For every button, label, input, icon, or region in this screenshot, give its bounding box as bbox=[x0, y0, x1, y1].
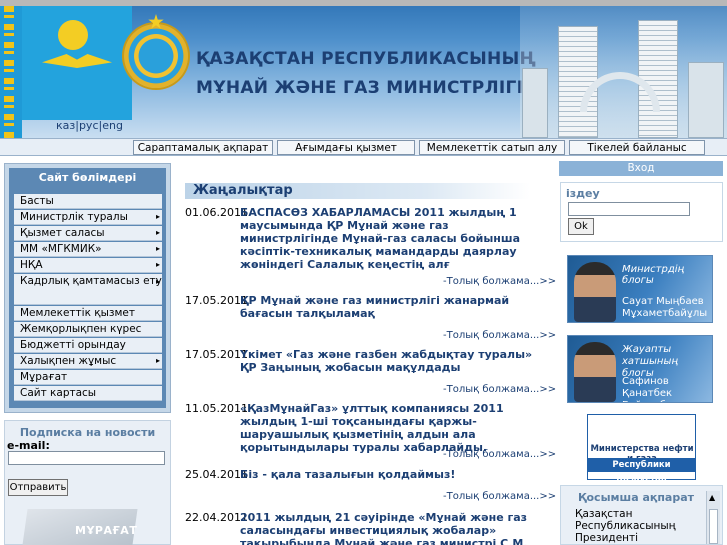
flag-eagle-icon bbox=[42, 54, 112, 68]
additional-info-list: Қазақстан Республикасының Президенті bbox=[575, 508, 705, 544]
flag-ornament bbox=[0, 6, 22, 138]
chevron-right-icon: ▸ bbox=[155, 277, 160, 286]
scroll-up-icon[interactable]: ▲ bbox=[709, 493, 715, 502]
sidebar-item-sitemap[interactable]: Сайт картасы bbox=[14, 386, 162, 401]
news-link[interactable]: ҚР Мұнай және газ министрлігі жанармай б… bbox=[240, 294, 540, 320]
top-navigation: Сараптамалық ақпарат Ағымдағы қызмет Мем… bbox=[0, 138, 727, 156]
news-date: 17.05.2011 bbox=[185, 294, 248, 307]
sidebar-item-legal-acts[interactable]: НҚА ▸ bbox=[14, 258, 162, 273]
sidebar-item-anti-corruption[interactable]: Жемқорлықпен күрес bbox=[14, 322, 162, 337]
news-date: 22.04.2011 bbox=[185, 511, 248, 524]
news-link[interactable]: Біз - қала тазалығын қолдаймыз! bbox=[240, 468, 540, 481]
search-panel: іздеу Ok bbox=[560, 182, 723, 242]
login-link[interactable]: Вход bbox=[559, 161, 723, 176]
state-emblem-icon bbox=[124, 24, 188, 88]
scrollbar[interactable]: ▲ bbox=[706, 491, 720, 544]
news-date: 17.05.2011 bbox=[185, 348, 248, 361]
sidebar-title: Сайт бөлімдері bbox=[38, 171, 137, 184]
read-more-link[interactable]: -Толық болжама...>> bbox=[443, 384, 556, 395]
chevron-right-icon: ▸ bbox=[155, 356, 160, 365]
ministry-banner[interactable]: Министерства нефти и газа Республики Каз… bbox=[587, 414, 696, 484]
read-more-link[interactable]: -Толық болжама...>> bbox=[443, 276, 556, 287]
sidebar-item-about-ministry[interactable]: Министрлік туралы ▸ bbox=[14, 210, 162, 225]
kazakhstan-flag bbox=[22, 6, 132, 120]
language-switcher: каз|рус|eng bbox=[56, 119, 123, 132]
sidebar-item-mgkmik[interactable]: ММ «МГКМИК» ▸ bbox=[14, 242, 162, 257]
blog-title: Жауапты хатшының блогы bbox=[622, 344, 678, 379]
chevron-right-icon: ▸ bbox=[155, 260, 160, 269]
sidebar-item-home[interactable]: Басты bbox=[14, 194, 162, 209]
news-link[interactable]: Үкімет «Газ және газбен жабдықтау туралы… bbox=[240, 348, 540, 374]
blog-title: Министрдің блогы bbox=[622, 264, 685, 286]
blog-person-name: Сафинов Қанатбек Бейсенбекұлы bbox=[622, 376, 698, 402]
blog-person-name: Сауат Мыңбаев Мұхаметбайұлы bbox=[622, 296, 708, 319]
sidebar-item-archive[interactable]: Мұрағат bbox=[14, 370, 162, 385]
sidebar-item-public-service[interactable]: Мемлекеттік қызмет bbox=[14, 306, 162, 321]
chevron-right-icon: ▸ bbox=[155, 228, 160, 237]
subscribe-title: Подписка на новости bbox=[19, 426, 156, 439]
additional-info-panel: Қосымша ақпарат Қазақстан Республикасыны… bbox=[560, 485, 723, 545]
news-date: 25.04.2011 bbox=[185, 468, 248, 481]
sidebar-item-activity-area[interactable]: Қызмет саласы ▸ bbox=[14, 226, 162, 241]
scroll-thumb[interactable] bbox=[709, 509, 718, 544]
nav-public-procurement[interactable]: Мемлекеттік сатып алу bbox=[419, 140, 565, 155]
list-item[interactable]: Республикасының bbox=[575, 520, 705, 532]
sidebar-item-public-relations[interactable]: Халықпен жұмыс ▸ bbox=[14, 354, 162, 369]
news-date: 11.05.2011 bbox=[185, 402, 248, 415]
ministry-banner-line2: Республики Казахстан bbox=[588, 458, 695, 484]
sidebar-menu: Басты Министрлік туралы ▸ Қызмет саласы ▸ … bbox=[14, 194, 162, 402]
minister-photo bbox=[574, 262, 616, 322]
sidebar-item-staffing[interactable]: Кадрлық қамтамасыз ету ▸ bbox=[14, 274, 162, 305]
header-buildings-image bbox=[520, 6, 727, 138]
list-item[interactable]: Президенті bbox=[575, 532, 705, 544]
secretary-blog-banner[interactable]: Жауапты хатшының блогы Сафинов Қанатбек … bbox=[567, 335, 713, 403]
header-title-line1: ҚАЗАҚСТАН РЕСПУБЛИКАСЫНЫҢ bbox=[196, 49, 537, 69]
news-date: 01.06.2011 bbox=[185, 206, 248, 219]
search-button[interactable]: Ok bbox=[568, 218, 594, 235]
lang-kaz-link[interactable]: каз bbox=[56, 119, 75, 132]
newsletter-subscribe: Подписка на новости e-mail: Отправить МҰ… bbox=[4, 420, 171, 545]
header-title-line2: МҰНАЙ ЖӘНЕ ГАЗ МИНИСТРЛІГІ bbox=[196, 78, 524, 98]
news-title: Жаңалықтар bbox=[193, 183, 293, 198]
sidebar: Сайт бөлімдері Басты Министрлік туралы ▸ … bbox=[4, 163, 171, 413]
chevron-right-icon: ▸ bbox=[155, 212, 160, 221]
additional-info-title: Қосымша ақпарат bbox=[577, 491, 695, 504]
read-more-link[interactable]: -Толық болжама...>> bbox=[443, 330, 556, 341]
send-button[interactable]: Отправить bbox=[8, 479, 68, 496]
nav-direct-contact[interactable]: Тікелей байланыс bbox=[569, 140, 705, 155]
news-section-header: Жаңалықтар bbox=[185, 183, 530, 199]
news-link[interactable]: «ҚазМұнайГаз» ұлттық компаниясы 2011 жыл… bbox=[240, 402, 540, 454]
search-input[interactable] bbox=[568, 202, 690, 216]
read-more-link[interactable]: -Толық болжама...>> bbox=[443, 449, 556, 460]
search-label: іздеу bbox=[566, 187, 600, 200]
chevron-right-icon: ▸ bbox=[155, 244, 160, 253]
lang-eng-link[interactable]: eng bbox=[102, 119, 123, 132]
list-item[interactable]: Қазақстан bbox=[575, 508, 705, 520]
email-field[interactable] bbox=[8, 451, 165, 465]
news-link[interactable]: 2011 жылдың 21 сәуірінде «Мұнай және газ… bbox=[240, 511, 540, 545]
sidebar-item-budget[interactable]: Бюджетті орындау bbox=[14, 338, 162, 353]
sidebar-panel: Сайт бөлімдері Басты Министрлік туралы ▸ … bbox=[9, 168, 166, 408]
minister-blog-banner[interactable]: Министрдің блогы Сауат Мыңбаев Мұхаметба… bbox=[567, 255, 713, 323]
lang-rus-link[interactable]: рус bbox=[79, 119, 99, 132]
site-header: ҚАЗАҚСТАН РЕСПУБЛИКАСЫНЫҢ МҰНАЙ ЖӘНЕ ГАЗ… bbox=[0, 0, 727, 138]
read-more-link[interactable]: -Толық болжама...>> bbox=[443, 491, 556, 502]
secretary-photo bbox=[574, 342, 616, 402]
flag-sun-icon bbox=[58, 20, 88, 50]
news-link[interactable]: БАСПАСӨЗ ХАБАРЛАМАСЫ 2011 жылдың 1 маусы… bbox=[240, 206, 540, 271]
archive-banner-label: МҰРАҒАТ bbox=[75, 524, 138, 537]
nav-current-activity[interactable]: Ағымдағы қызмет bbox=[277, 140, 415, 155]
nav-analytics[interactable]: Сараптамалық ақпарат bbox=[133, 140, 273, 155]
